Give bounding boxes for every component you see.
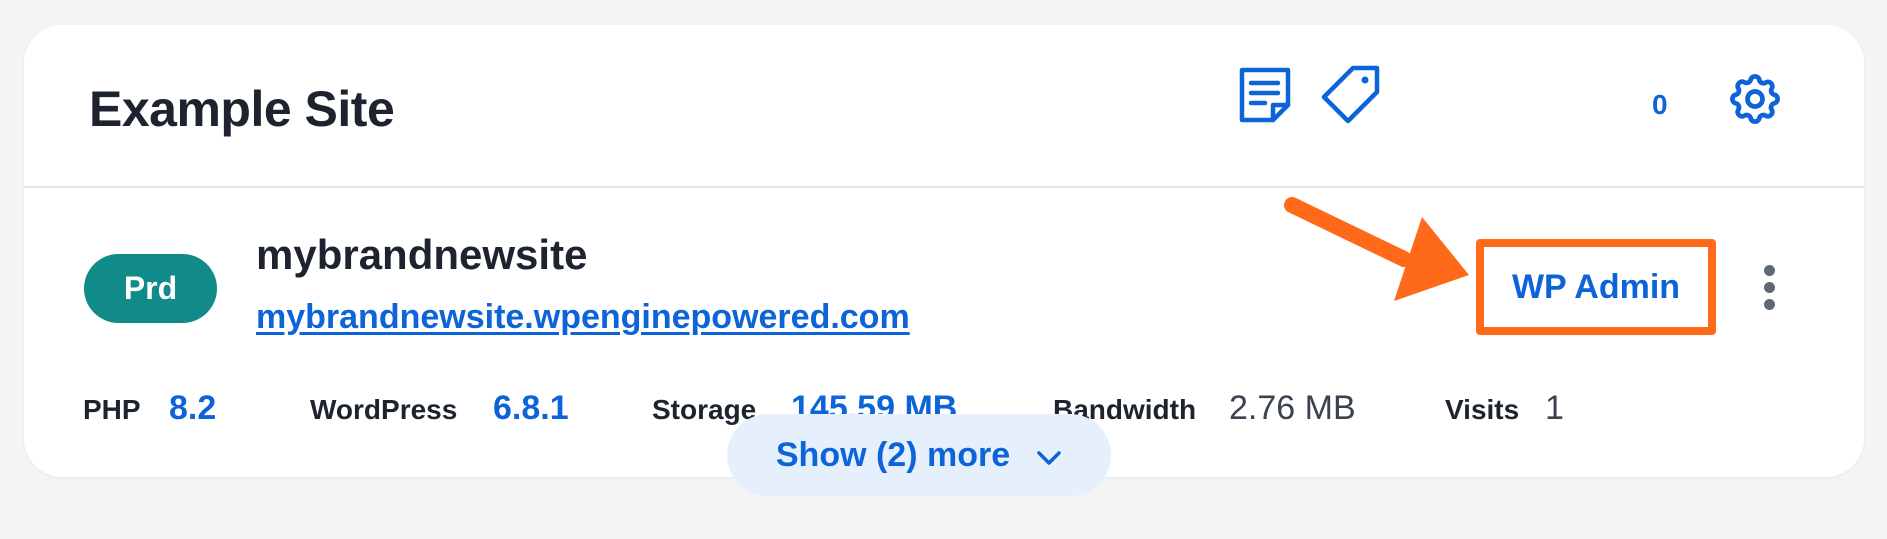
install-name: mybrandnewsite xyxy=(256,231,588,278)
site-card: Example Site 0 Prd mybrandnewsite mybran… xyxy=(24,25,1864,477)
kebab-menu-icon[interactable] xyxy=(1761,265,1777,325)
php-label: PHP xyxy=(83,394,141,425)
wordpress-label: WordPress xyxy=(310,394,458,425)
chevron-down-icon xyxy=(1036,436,1062,475)
tag-icon[interactable] xyxy=(1320,64,1382,126)
bandwidth-value: 2.76 MB xyxy=(1229,389,1356,427)
visits-label: Visits xyxy=(1445,394,1520,425)
show-more-button[interactable]: Show (2) more xyxy=(727,414,1111,496)
storage-label: Storage xyxy=(652,394,757,425)
tag-count: 0 xyxy=(1652,89,1668,120)
environment-badge: Prd xyxy=(84,254,217,323)
notes-icon[interactable] xyxy=(1237,65,1293,125)
install-url-link[interactable]: mybrandnewsite.wpenginepowered.com xyxy=(256,298,910,337)
site-card-header: Example Site 0 xyxy=(24,25,1864,188)
site-title: Example Site xyxy=(89,81,395,137)
php-version-link[interactable]: 8.2 xyxy=(169,389,216,428)
wp-admin-highlight: WP Admin xyxy=(1476,239,1716,335)
visits-value: 1 xyxy=(1545,389,1564,427)
wp-admin-button[interactable]: WP Admin xyxy=(1512,268,1680,307)
wordpress-version-link[interactable]: 6.8.1 xyxy=(493,389,569,428)
highlight-arrow-icon xyxy=(1284,193,1474,328)
settings-gear-icon[interactable] xyxy=(1725,69,1785,129)
show-more-label: Show (2) more xyxy=(775,435,1011,474)
